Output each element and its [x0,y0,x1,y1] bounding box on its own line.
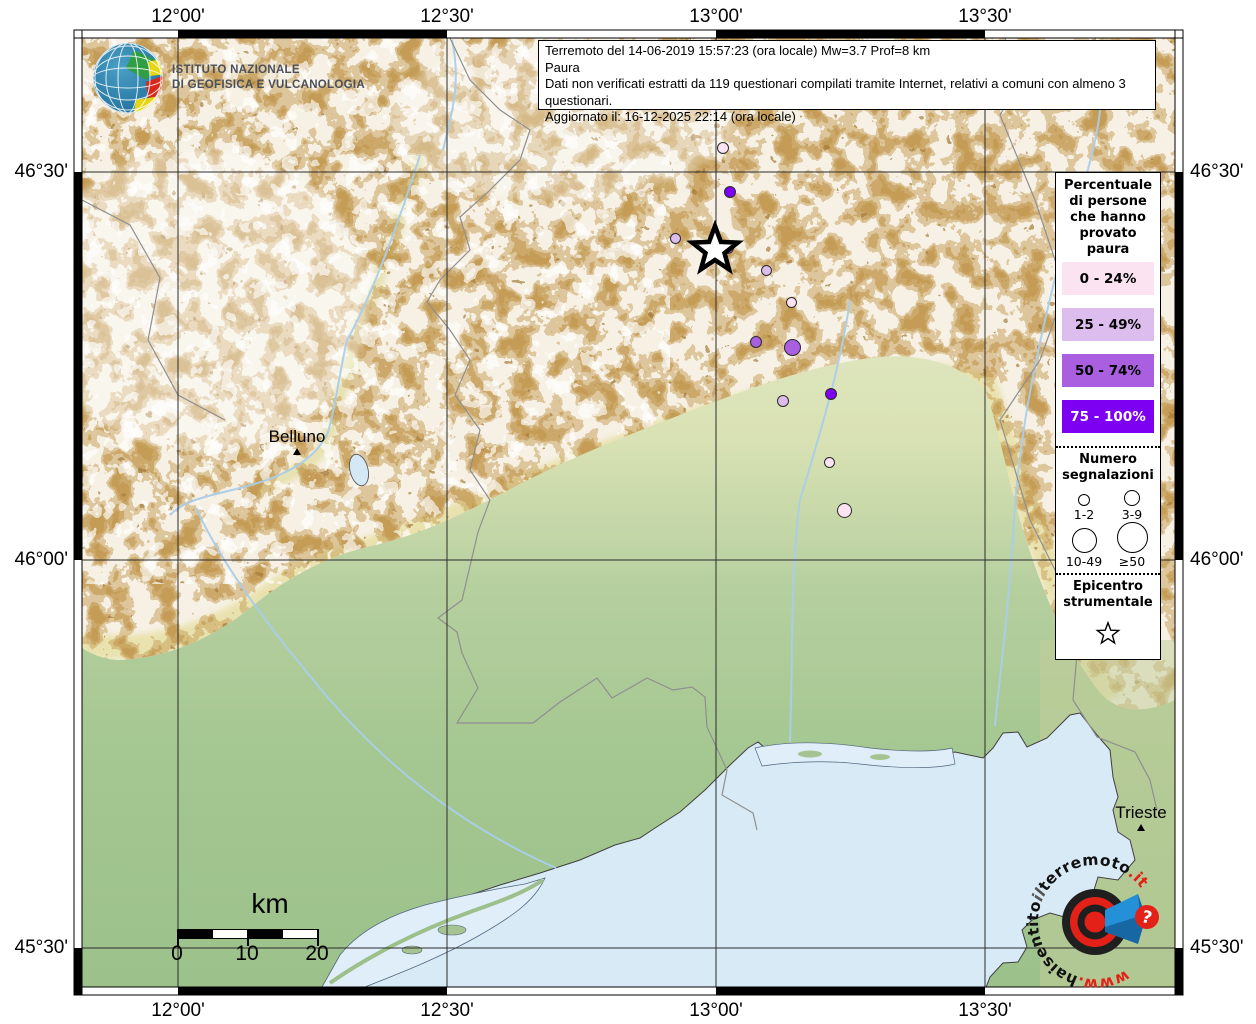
felt-report-dot [717,142,729,154]
legend-count-classes: 1-2 3-9 10-49 ≥50 [1056,488,1160,573]
felt-report-dot [750,336,762,348]
legend-count-title: Numero segnalazioni [1062,452,1154,483]
axis-label-bottom: 12°00' [151,1000,205,1021]
legend-epicenter-star [1056,615,1160,659]
legend-count-class: 1-2 [1060,490,1108,522]
event-updated: Aggiornato il: 16-12-2025 22:14 (ora loc… [545,109,796,125]
axis-label-bottom: 12°30' [420,1000,474,1021]
legend-pct-swatch: 25 - 49% [1062,308,1154,341]
count-class-label: 10-49 [1065,554,1103,569]
count-circle-icon [1071,528,1097,553]
count-circle-icon [1116,522,1148,553]
legend-pct-swatch: 0 - 24% [1062,262,1154,295]
scale-unit: km [251,888,289,919]
axis-label-top: 13°00' [689,6,743,27]
legend-pct-swatch: 50 - 74% [1062,354,1154,387]
felt-report-dot [669,232,681,244]
legend-box: Percentuale di persone che hanno provato… [1055,172,1161,660]
scale-number: 20 [305,942,329,965]
felt-report-dot [823,456,835,468]
city-marker [1137,824,1145,831]
ingv-name-line1: ISTITUTO NAZIONALE [172,64,300,76]
haisentitoilterremoto-logo: ? www.haisentitoilterremoto.it [1024,851,1159,994]
axis-label-right: 46°00' [1190,549,1244,570]
legend-count-class: ≥50 [1108,522,1156,569]
felt-report-dot [777,395,789,407]
axis-label-left: 46°30' [14,161,69,182]
count-class-label: ≥50 [1118,554,1146,569]
city-marker [293,448,301,455]
legend-pct-title: Percentuale di persone che hanno provato… [1063,178,1153,257]
felt-report-dot [836,502,852,518]
scale-number: 0 [171,942,183,965]
axis-label-top: 13°30' [958,6,1012,27]
legend-epicenter-title: Epicentro strumentale [1063,579,1153,610]
axis-label-bottom: 13°30' [958,1000,1012,1021]
axis-label-left: 46°00' [14,549,69,570]
ingv-felt-map: 12°00' 12°30' 13°00' 13°30' 12°00' 12°30' 13°0… [0,0,1256,1024]
count-circle-icon [1124,490,1140,506]
wm-prefix: www. [1075,967,1132,994]
event-data-note: Dati non verificati estratti da 119 ques… [545,76,1126,108]
felt-report-dot [825,388,837,400]
axis-label-bottom: 13°00' [689,1000,743,1021]
legend-star-icon [1095,620,1121,645]
legend-pct-swatch: 75 - 100% [1062,400,1154,433]
city-label: Belluno [268,427,326,446]
count-class-label: 3-9 [1121,507,1143,522]
ingv-logo: ISTITUTO NAZIONALE DI GEOFISICA E VULCAN… [90,42,380,113]
count-class-label: 1-2 [1073,507,1095,522]
ingv-globe-icon [93,43,163,113]
axis-label-top: 12°00' [151,6,205,27]
event-info-box: Terremoto del 14-06-2019 15:57:23 (ora l… [538,40,1156,124]
legend-count-class: 10-49 [1060,522,1108,569]
city-label: Trieste [1115,803,1167,822]
axis-label-right: 46°30' [1190,161,1244,182]
felt-report-dot [724,186,736,198]
axis-label-top: 12°30' [420,6,474,27]
ingv-name-line2: DI GEOFISICA E VULCANOLOGIA [172,79,365,91]
count-circle-icon [1078,494,1090,506]
scale-number: 10 [235,942,259,965]
legend-count-class: 3-9 [1108,490,1156,522]
event-map-type: Paura [545,59,580,75]
felt-report-dot [785,296,797,308]
legend-pct-classes: 0 - 24% 25 - 49% 50 - 74% 75 - 100% [1056,262,1160,433]
epicenter-star [686,220,744,275]
axis-label-left: 45°30' [14,937,69,958]
felt-report-dot [760,264,772,276]
event-title: Terremoto del 14-06-2019 15:57:23 (ora l… [545,43,931,58]
felt-report-dot [783,338,801,356]
